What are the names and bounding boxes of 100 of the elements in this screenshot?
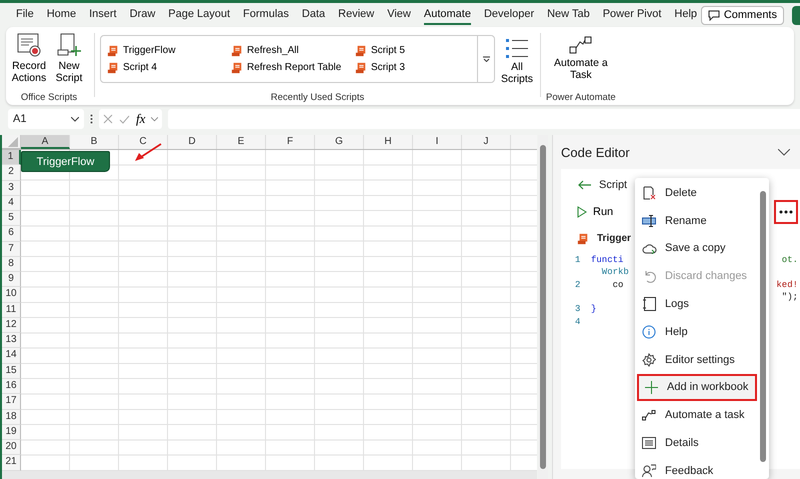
menu-item[interactable]: Delete <box>635 179 755 207</box>
script-name: Trigger <box>597 233 631 244</box>
comments-button[interactable]: Comments <box>700 6 784 24</box>
trigger-button-shape[interactable]: TriggerFlow <box>21 151 110 172</box>
ribbon-button[interactable]: All Scripts <box>499 35 535 87</box>
check-icon[interactable] <box>119 114 130 124</box>
row-header[interactable]: 2 <box>2 165 21 181</box>
code-text: co <box>612 280 624 290</box>
row-header[interactable]: 4 <box>2 196 21 212</box>
run-button[interactable]: Run <box>577 206 614 218</box>
row-header[interactable]: 3 <box>2 180 21 196</box>
row-header[interactable]: 10 <box>2 287 21 303</box>
new-script-icon <box>56 32 82 58</box>
ribbon-tab[interactable]: Formulas <box>243 5 289 25</box>
row-header[interactable]: 9 <box>2 272 21 288</box>
ribbon-tab[interactable]: Help <box>674 5 698 25</box>
chevron-down-icon[interactable] <box>778 148 790 156</box>
ribbon-tab[interactable]: Insert <box>89 5 117 25</box>
script-item[interactable]: Script 4 <box>105 60 229 74</box>
cancel-icon[interactable] <box>103 114 113 124</box>
menu-item[interactable]: Details <box>635 429 755 457</box>
gallery-dropdown[interactable] <box>477 36 494 82</box>
ribbon-tab[interactable]: View <box>387 5 411 25</box>
menu-item[interactable]: Logs <box>635 290 755 318</box>
row-header[interactable]: 17 <box>2 394 21 410</box>
ribbon-button[interactable]: Record Actions <box>9 30 49 86</box>
code-text: } <box>591 304 596 314</box>
code-text: ot. <box>782 255 798 266</box>
flow-icon <box>642 410 656 421</box>
row-header[interactable]: 6 <box>2 226 21 242</box>
row-header[interactable]: 19 <box>2 424 21 440</box>
row-header[interactable]: 12 <box>2 318 21 334</box>
row-header[interactable]: 14 <box>2 348 21 364</box>
ribbon-tab[interactable]: Data <box>302 5 326 25</box>
menu-item[interactable]: Rename <box>635 206 755 235</box>
line-number: 3 <box>575 304 580 314</box>
menu-item[interactable]: Help <box>635 318 755 346</box>
menu-item[interactable]: Editor settings <box>635 346 755 374</box>
name-box[interactable]: A1 <box>8 109 84 129</box>
script-item[interactable]: TriggerFlow <box>105 44 229 58</box>
column-header[interactable]: A <box>21 135 70 149</box>
ribbon-tab[interactable]: New Tab <box>547 5 590 25</box>
script-icon <box>231 62 243 74</box>
row-header[interactable]: 8 <box>2 256 21 272</box>
ribbon-button[interactable]: New Script <box>49 30 89 86</box>
code-text: Workb <box>600 267 629 278</box>
plus-icon <box>644 380 658 394</box>
ribbon-tab[interactable]: Draw <box>130 5 156 25</box>
ribbon-tab[interactable]: Automate <box>424 5 471 25</box>
row-header[interactable]: 11 <box>2 302 21 318</box>
logs-icon <box>642 297 656 312</box>
code-text: ked! <box>776 280 798 290</box>
line-number: 1 <box>575 255 580 266</box>
settings-icon <box>642 352 656 367</box>
menu-item[interactable]: Add in workbook <box>637 374 757 402</box>
row-header[interactable]: 15 <box>2 364 21 379</box>
ribbon-tab[interactable]: Power Pivot <box>602 5 662 25</box>
select-all-icon[interactable] <box>8 137 18 147</box>
list-icon <box>505 37 529 59</box>
ribbon-tab[interactable]: Developer <box>484 5 534 25</box>
chevron-down-icon <box>71 116 79 122</box>
row-header[interactable]: 21 <box>2 455 21 471</box>
script-item[interactable]: Script 3 <box>353 60 477 74</box>
flow-icon <box>568 35 593 55</box>
row-header[interactable]: 7 <box>2 242 21 257</box>
row-header[interactable]: 16 <box>2 378 21 394</box>
row-header[interactable]: 13 <box>2 333 21 348</box>
cell-grid[interactable] <box>21 150 537 471</box>
menu-item[interactable]: Feedback <box>635 456 755 479</box>
details-icon <box>642 437 656 450</box>
info-icon <box>642 324 656 339</box>
back-label[interactable]: Script <box>599 178 628 190</box>
script-icon <box>355 62 367 74</box>
menu-item[interactable]: Automate a task <box>635 401 755 430</box>
row-header[interactable]: 1 <box>2 150 21 166</box>
dropdown-icon <box>482 56 490 62</box>
ribbon-tab[interactable]: Review <box>338 5 374 25</box>
script-icon <box>231 44 243 56</box>
script-item[interactable]: Script 5 <box>353 44 477 58</box>
ribbon-tab[interactable]: File <box>16 5 34 25</box>
script-item[interactable]: Refresh Report Table <box>229 60 353 74</box>
code-text: functi <box>591 255 624 266</box>
undo-icon <box>642 270 656 283</box>
ribbon-button[interactable]: Automate a Task <box>548 33 613 83</box>
group-label: Power Automate <box>546 92 616 103</box>
share-button[interactable] <box>792 6 800 24</box>
ribbon-tab[interactable]: Home <box>46 5 76 25</box>
back-arrow-icon[interactable] <box>577 180 591 190</box>
script-icon <box>577 232 589 244</box>
menu-item[interactable]: Save a copy <box>635 234 755 262</box>
pointer-arrow <box>133 143 163 163</box>
ribbon-tab[interactable]: Page Layout <box>168 5 230 25</box>
script-item[interactable]: Refresh_All <box>229 44 353 58</box>
rename-icon <box>642 214 656 227</box>
row-header[interactable]: 18 <box>2 410 21 425</box>
row-header[interactable]: 5 <box>2 211 21 226</box>
insert-function-button[interactable]: fx <box>136 111 146 127</box>
script-icon <box>107 44 119 56</box>
row-header[interactable]: 20 <box>2 440 21 456</box>
more-options-button[interactable] <box>774 200 798 224</box>
